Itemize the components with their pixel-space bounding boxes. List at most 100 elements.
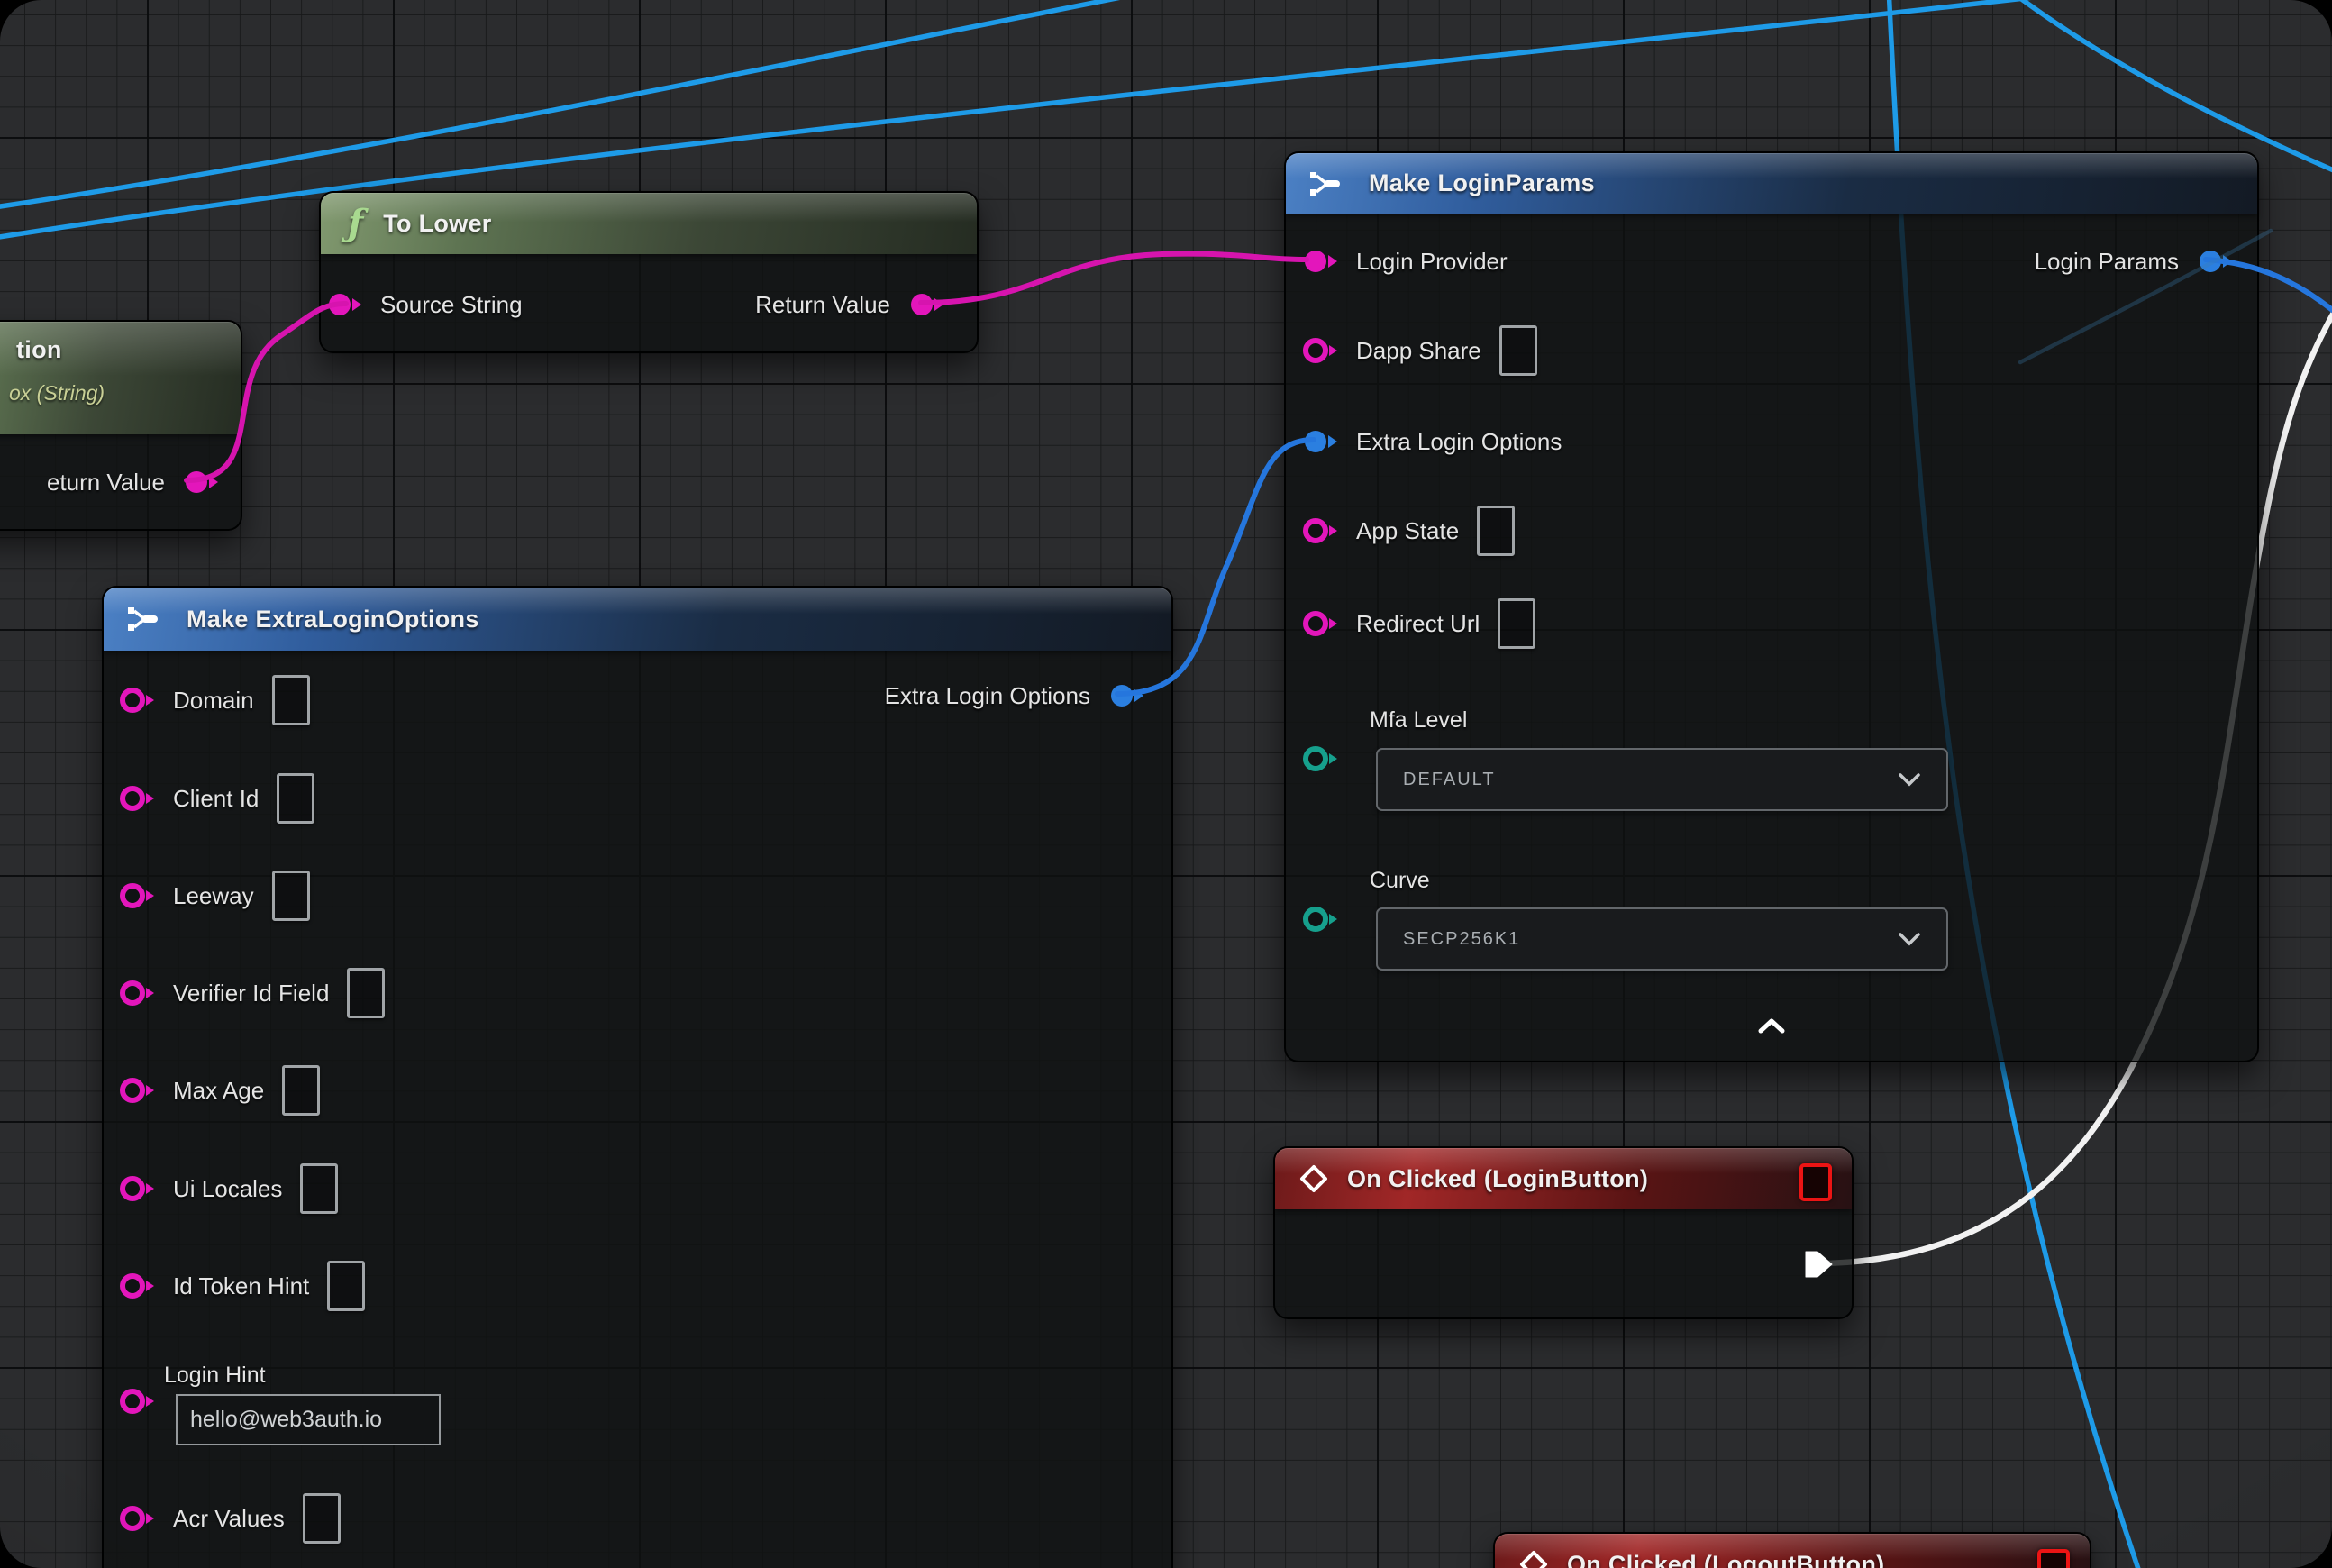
node-event-header: On Clicked (LoginButton) xyxy=(1275,1148,1852,1209)
checkbox-ui-locales[interactable] xyxy=(300,1163,338,1214)
checkbox-verifier-id-field[interactable] xyxy=(347,968,385,1018)
struct-pin-extra-login-options-out[interactable] xyxy=(1108,680,1144,711)
event-diamond-icon xyxy=(1518,1549,1549,1568)
pin-label: Acr Values xyxy=(173,1505,285,1533)
chevron-down-icon xyxy=(1898,932,1921,946)
pin-label: Extra Login Options xyxy=(1356,428,1562,456)
string-pin-ui-locales[interactable] xyxy=(119,1173,155,1204)
node-on-clicked-login-button[interactable]: On Clicked (LoginButton) xyxy=(1273,1146,1854,1319)
event-diamond-icon xyxy=(1298,1163,1329,1194)
input-row-dapp-share: Dapp Share xyxy=(1302,326,1537,375)
string-pin-redirect-url[interactable] xyxy=(1302,608,1338,639)
output-row-return-value: Return Value xyxy=(755,280,944,329)
string-pin-max-age[interactable] xyxy=(119,1075,155,1106)
blueprint-graph-canvas[interactable]: tion ox (String) eturn Value ƒ To Lower … xyxy=(0,0,2332,1568)
login-hint-input[interactable]: hello@web3auth.io xyxy=(176,1394,441,1445)
input-row-source-string: Source String xyxy=(326,280,523,329)
pin-label: eturn Value xyxy=(47,469,165,497)
string-pin-id-token-hint[interactable] xyxy=(119,1271,155,1301)
delegate-box-icon[interactable] xyxy=(1799,1163,1832,1201)
mfa-level-value: DEFAULT xyxy=(1403,770,1496,790)
node-event-header: On Clicked (LogoutButton) xyxy=(1495,1534,2090,1568)
output-row-return-value: eturn Value xyxy=(47,458,219,506)
node-subtitle: ox (String) xyxy=(9,381,105,406)
input-row-client-id: Client Id xyxy=(119,774,314,823)
wire-blue-top-left[interactable] xyxy=(0,0,1171,209)
delegate-box-icon[interactable] xyxy=(2037,1549,2070,1568)
make-struct-icon xyxy=(1307,169,1347,198)
pin-label: Ui Locales xyxy=(173,1175,282,1203)
curve-value: SECP256K1 xyxy=(1403,929,1520,950)
string-pin-login-provider[interactable] xyxy=(1302,246,1338,277)
node-title: On Clicked (LoginButton) xyxy=(1347,1165,1648,1193)
string-pin-client-id[interactable] xyxy=(119,783,155,814)
mfa-level-label: Mfa Level xyxy=(1370,707,1467,734)
checkbox-max-age[interactable] xyxy=(282,1065,320,1116)
string-pin-return-value[interactable] xyxy=(183,467,219,497)
pin-label: Client Id xyxy=(173,785,259,813)
pin-label: Login Provider xyxy=(1356,248,1508,276)
pin-label: Dapp Share xyxy=(1356,337,1481,365)
collapse-chevron-icon[interactable] xyxy=(1755,1016,1788,1036)
mfa-level-dropdown[interactable]: DEFAULT xyxy=(1376,748,1948,811)
checkbox-app-state[interactable] xyxy=(1477,506,1515,556)
input-row-domain: Domain xyxy=(119,676,310,725)
pin-label: Return Value xyxy=(755,291,890,319)
node-text-source[interactable]: tion ox (String) eturn Value xyxy=(0,320,242,531)
wire-blue-top-right[interactable] xyxy=(2006,0,2332,171)
struct-pin-login-params-out[interactable] xyxy=(2197,246,2233,277)
pin-label: Login Params xyxy=(2035,248,2179,276)
make-struct-icon xyxy=(125,605,165,634)
output-row-extra-login-options: Extra Login Options xyxy=(885,671,1144,720)
input-row-id-token-hint: Id Token Hint xyxy=(119,1262,365,1310)
node-title: Make ExtraLoginOptions xyxy=(187,606,479,634)
pin-label: Redirect Url xyxy=(1356,610,1480,638)
pin-label: Domain xyxy=(173,687,254,715)
node-on-clicked-logout-button[interactable]: On Clicked (LogoutButton) xyxy=(1493,1532,2091,1568)
string-pin-login-hint[interactable] xyxy=(119,1386,155,1417)
input-row-verifier-id-field: Verifier Id Field xyxy=(119,969,385,1017)
screenshot-frame: tion ox (String) eturn Value ƒ To Lower … xyxy=(0,0,2332,1568)
input-row-login-provider: Login Provider xyxy=(1302,237,1508,286)
checkbox-redirect-url[interactable] xyxy=(1498,598,1535,649)
input-row-redirect-url: Redirect Url xyxy=(1302,599,1535,648)
node-to-lower[interactable]: ƒ To Lower Source String Return Value xyxy=(319,191,979,353)
struct-pin-extra-login-options-in[interactable] xyxy=(1302,426,1338,457)
enum-pin-curve[interactable] xyxy=(1302,904,1338,934)
input-row-leeway: Leeway xyxy=(119,871,310,920)
checkbox-leeway[interactable] xyxy=(272,871,310,921)
string-pin-dapp-share[interactable] xyxy=(1302,335,1338,366)
checkbox-client-id[interactable] xyxy=(277,773,314,824)
node-title: Make LoginParams xyxy=(1369,169,1595,197)
pin-label: Max Age xyxy=(173,1077,264,1105)
checkbox-dapp-share[interactable] xyxy=(1499,325,1537,376)
checkbox-domain[interactable] xyxy=(272,675,310,725)
node-make-login-params[interactable]: Make LoginParams Login Provider Dapp Sha… xyxy=(1284,151,2259,1062)
checkbox-acr-values[interactable] xyxy=(303,1493,341,1544)
checkbox-id-token-hint[interactable] xyxy=(327,1261,365,1311)
input-row-extra-login-options: Extra Login Options xyxy=(1302,417,1562,466)
pin-label: Source String xyxy=(380,291,523,319)
input-row-max-age: Max Age xyxy=(119,1066,320,1115)
pin-label: App State xyxy=(1356,517,1459,545)
node-title: tion xyxy=(16,336,62,364)
node-title: To Lower xyxy=(383,210,491,238)
function-icon: ƒ xyxy=(348,205,363,242)
string-pin-app-state[interactable] xyxy=(1302,515,1338,546)
string-pin-acr-values[interactable] xyxy=(119,1503,155,1534)
pin-label: Id Token Hint xyxy=(173,1272,309,1300)
string-pin-domain[interactable] xyxy=(119,685,155,716)
output-row-login-params: Login Params xyxy=(2035,237,2233,286)
curve-dropdown[interactable]: SECP256K1 xyxy=(1376,907,1948,971)
string-pin-verifier-id-field[interactable] xyxy=(119,978,155,1008)
string-pin-source-string[interactable] xyxy=(326,289,362,320)
input-row-ui-locales: Ui Locales xyxy=(119,1164,338,1213)
pin-label: Verifier Id Field xyxy=(173,980,329,1007)
string-pin-leeway[interactable] xyxy=(119,880,155,911)
chevron-down-icon xyxy=(1898,772,1921,787)
enum-pin-mfa-level[interactable] xyxy=(1302,743,1338,774)
node-make-extra-login-options[interactable]: Make ExtraLoginOptions Domain Client Id … xyxy=(102,586,1173,1568)
string-pin-return-value[interactable] xyxy=(908,289,944,320)
exec-pin-out[interactable] xyxy=(1803,1249,1837,1280)
node-melo-header: Make ExtraLoginOptions xyxy=(104,588,1171,651)
